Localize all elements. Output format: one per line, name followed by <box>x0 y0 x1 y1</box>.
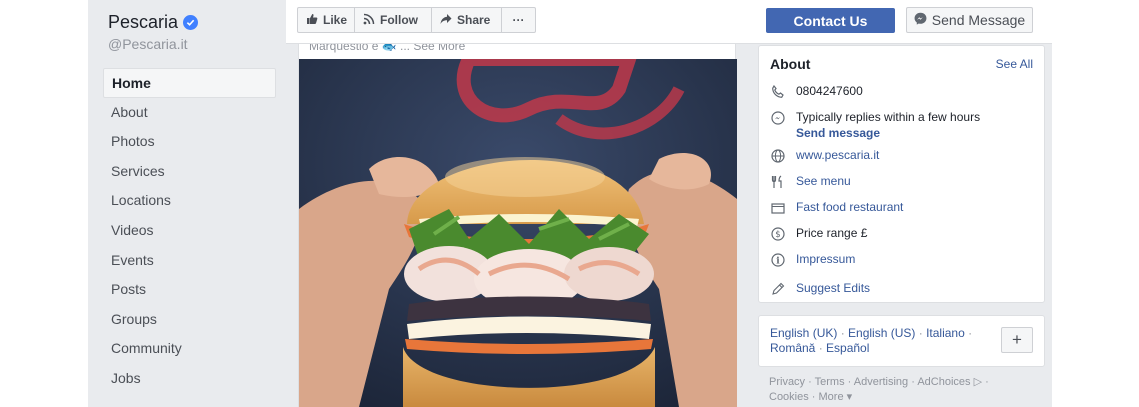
thumbs-up-icon <box>306 13 318 28</box>
follow-button[interactable]: Follow <box>354 7 432 33</box>
messenger-icon <box>914 12 927 28</box>
price-range-text: Price range £ <box>796 226 868 240</box>
about-card-title: About <box>770 56 811 72</box>
page-name-text[interactable]: Pescaria <box>108 12 178 33</box>
post-photo[interactable] <box>299 59 737 407</box>
share-arrow-icon <box>440 13 452 28</box>
sidebar-item-events[interactable]: Events <box>103 246 276 276</box>
language-list: English (UK) · English (US) · Italiano ·… <box>770 326 973 355</box>
send-message-button[interactable]: Send Message <box>906 7 1033 33</box>
footer-line-2[interactable]: Cookies · More ▾ <box>769 390 1029 405</box>
footer-links: Privacy · Terms · Advertising · AdChoice… <box>769 375 1029 405</box>
fork-knife-icon <box>770 174 786 190</box>
globe-icon <box>770 148 786 164</box>
about-response-row: Typically replies within a few hours Sen… <box>770 110 980 140</box>
dollar-icon: $ <box>770 226 786 242</box>
sidebar-item-about[interactable]: About <box>103 98 276 128</box>
info-icon: i <box>770 252 786 268</box>
impressum-link[interactable]: Impressum <box>796 252 855 266</box>
page-margin-right <box>1052 0 1139 407</box>
response-time-text: Typically replies within a few hours <box>796 110 981 124</box>
burger-photo-image <box>299 59 737 407</box>
sidebar-item-posts[interactable]: Posts <box>103 275 276 305</box>
like-button[interactable]: Like <box>297 7 355 33</box>
about-card: About See All 0804247600 Typically repli… <box>758 45 1045 303</box>
see-menu-link[interactable]: See menu <box>796 174 851 188</box>
sidebar-nav: Home About Photos Services Locations Vid… <box>103 68 276 394</box>
about-category-row: Fast food restaurant <box>770 200 903 216</box>
phone-icon <box>770 84 786 100</box>
language-option[interactable]: English (UK) <box>770 326 837 340</box>
sidebar-item-services[interactable]: Services <box>103 157 276 187</box>
category-link[interactable]: Fast food restaurant <box>796 200 903 214</box>
sidebar-item-locations[interactable]: Locations <box>103 186 276 216</box>
share-button[interactable]: Share <box>431 7 502 33</box>
about-price-row: $ Price range £ <box>770 226 867 242</box>
sidebar-item-photos[interactable]: Photos <box>103 127 276 157</box>
share-label: Share <box>457 13 491 27</box>
about-phone-row: 0804247600 <box>770 84 863 100</box>
like-label: Like <box>323 13 348 27</box>
page-title[interactable]: Pescaria <box>103 10 276 34</box>
language-option[interactable]: Italiano <box>926 326 965 340</box>
verified-badge-icon <box>183 14 199 30</box>
language-option[interactable]: Română <box>770 341 815 355</box>
about-suggest-row: Suggest Edits <box>770 281 870 297</box>
sidebar-item-groups[interactable]: Groups <box>103 305 276 335</box>
more-options-button[interactable]: ··· <box>501 7 536 33</box>
sidebar-item-videos[interactable]: Videos <box>103 216 276 246</box>
ellipsis-icon: ··· <box>512 13 525 27</box>
about-website-row: www.pescaria.it <box>770 148 879 164</box>
website-link[interactable]: www.pescaria.it <box>796 148 879 162</box>
suggest-edits-link[interactable]: Suggest Edits <box>796 281 870 295</box>
svg-text:$: $ <box>775 230 780 240</box>
page-margin-left <box>0 0 88 407</box>
contact-us-button[interactable]: Contact Us <box>766 8 895 33</box>
post-caption: Marquestio è 🐟 ... See More <box>309 44 466 53</box>
phone-number[interactable]: 0804247600 <box>796 84 863 98</box>
send-message-link[interactable]: Send message <box>796 126 980 140</box>
sidebar-item-jobs[interactable]: Jobs <box>103 364 276 394</box>
pencil-icon <box>770 281 786 297</box>
about-see-all-link[interactable]: See All <box>996 57 1033 71</box>
rss-icon <box>363 13 375 28</box>
about-impressum-row: i Impressum <box>770 252 855 268</box>
post-card: Marquestio è 🐟 ... See More <box>298 44 737 407</box>
tag-icon <box>770 200 786 216</box>
page-sidebar: Pescaria @Pescaria.it Home About Photos … <box>103 10 276 394</box>
follow-label: Follow <box>380 13 418 27</box>
sidebar-item-community[interactable]: Community <box>103 334 276 364</box>
page-action-bar: Like Follow Share ··· Contact Us Send Me… <box>286 0 1052 44</box>
footer-line-1[interactable]: Privacy · Terms · Advertising · AdChoice… <box>769 375 1029 390</box>
messenger-icon <box>770 110 786 126</box>
send-message-label: Send Message <box>931 12 1026 28</box>
language-option[interactable]: English (US) <box>848 326 915 340</box>
sidebar-item-home[interactable]: Home <box>103 68 276 98</box>
page-handle[interactable]: @Pescaria.it <box>103 36 276 58</box>
add-language-button[interactable]: + <box>1001 327 1033 353</box>
language-option[interactable]: Español <box>826 341 869 355</box>
languages-card: English (UK) · English (US) · Italiano ·… <box>758 315 1045 367</box>
svg-text:i: i <box>776 257 780 267</box>
about-menu-row: See menu <box>770 174 851 190</box>
